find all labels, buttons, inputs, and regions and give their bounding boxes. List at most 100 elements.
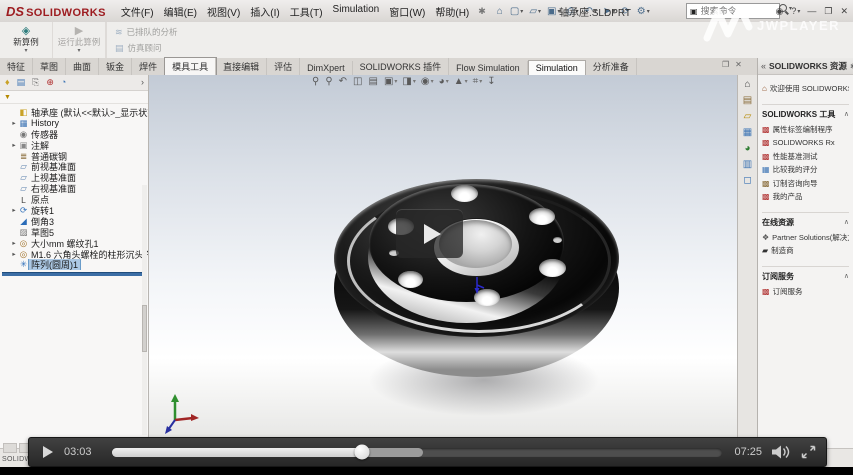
command-tab[interactable]: 草图 xyxy=(33,58,66,75)
partner-solutions-link[interactable]: ❖Partner Solutions(解决方案) xyxy=(762,231,849,245)
command-tab[interactable]: 焊件 xyxy=(132,58,165,75)
close-window-icon[interactable]: ✕ xyxy=(735,60,742,69)
command-tab[interactable]: 分析准备 xyxy=(586,58,637,75)
tree-annotations[interactable]: ▸ ▣ 注解 xyxy=(2,140,148,151)
tree-origin[interactable]: L 原点 xyxy=(2,194,148,205)
collapse-caret-icon[interactable]: ∧ xyxy=(844,272,849,280)
command-tab[interactable]: 钣金 xyxy=(99,58,132,75)
my-products-link[interactable]: ▩我的产品 xyxy=(762,190,849,204)
menu-item[interactable]: Simulation xyxy=(328,4,385,19)
dimxpertmanager-tab[interactable]: ⊕ xyxy=(46,78,54,87)
tree-root-part[interactable]: ◧ 轴承座 (默认<<默认>_显示状态 1>) xyxy=(2,107,148,118)
solidworks-rx-link[interactable]: ▩SOLIDWORKS Rx xyxy=(762,136,849,150)
collapse-icon[interactable]: « xyxy=(761,61,766,71)
subscription-link[interactable]: ▩订阅服务 xyxy=(762,285,849,299)
menu-item[interactable]: 窗口(W) xyxy=(384,4,430,19)
command-tab[interactable]: 模具工具 xyxy=(165,58,216,75)
tree-scrollbar[interactable] xyxy=(142,185,147,435)
search-input[interactable] xyxy=(701,6,761,16)
tree-threaded-hole1[interactable]: ▸ ◎ 大小mm 螺纹孔1 xyxy=(2,238,148,249)
view-settings-icon[interactable]: ⌗▾ xyxy=(473,76,483,87)
help-icon[interactable]: ?▾ xyxy=(791,6,800,16)
propertymanager-tab[interactable]: ▤ xyxy=(17,78,26,87)
forum-icon[interactable]: ◻ xyxy=(743,176,751,186)
minimize-icon[interactable]: — xyxy=(807,6,817,16)
menu-item[interactable]: 工具(T) xyxy=(285,4,328,19)
run-study-button[interactable]: ▶ 运行此算例 ▾ xyxy=(53,22,106,58)
tree-revolve1[interactable]: ▸ ⟳ 旋转1 xyxy=(2,205,148,216)
tree-right-plane[interactable]: ▱ 右视基准面 xyxy=(2,183,148,194)
compare-score-link[interactable]: ▦比较我的评分 xyxy=(762,163,849,177)
command-tab[interactable]: Simulation xyxy=(528,60,586,75)
expand-arrow-icon[interactable]: ▸ xyxy=(10,239,18,247)
command-tab[interactable]: 特征 xyxy=(0,58,33,75)
progress-bar[interactable] xyxy=(112,448,722,457)
zoom-fit-icon[interactable]: ⚲ xyxy=(312,76,320,87)
featuremanager-tree-tab[interactable]: ♦ xyxy=(5,78,10,87)
player-knob[interactable] xyxy=(355,445,370,460)
tree-circular-pattern1[interactable]: ✳ 阵列(圆周)1 xyxy=(2,259,148,270)
view-orientation-icon[interactable]: ▣▾ xyxy=(384,76,397,87)
tree-sensors[interactable]: ◉ 传感器 xyxy=(2,129,148,140)
welcome-link[interactable]: ⌂ 欢迎使用 SOLIDWORKS xyxy=(762,82,849,96)
appearances-icon[interactable]: ◕ xyxy=(744,144,750,154)
menu-item[interactable]: 文件(F) xyxy=(116,4,159,19)
command-tab[interactable]: 曲面 xyxy=(66,58,99,75)
tree-scrollbar-thumb[interactable] xyxy=(142,305,147,352)
user-icon[interactable]: ◉ xyxy=(775,6,784,17)
hide-show-items-icon[interactable]: ◉▾ xyxy=(421,76,434,87)
new-study-button[interactable]: ◈ 新算例 ▾ xyxy=(0,22,53,58)
resources-home-icon[interactable]: ⌂ xyxy=(744,80,750,90)
volume-icon[interactable] xyxy=(772,445,791,459)
expand-arrow-icon[interactable]: ▸ xyxy=(10,141,18,149)
tree-filter[interactable]: ▼ xyxy=(0,91,148,104)
tree-front-plane[interactable]: ▱ 前视基准面 xyxy=(2,161,148,172)
property-tab-builder-link[interactable]: ▩属性标签编制程序 xyxy=(762,123,849,137)
custom-properties-icon[interactable]: ▥ xyxy=(743,160,752,170)
display-style-icon[interactable]: ◨▾ xyxy=(402,76,415,87)
close-icon[interactable]: ✕ xyxy=(840,6,849,17)
zoom-area-icon[interactable]: ⚲ xyxy=(325,76,333,87)
menu-item[interactable]: 编辑(E) xyxy=(159,4,202,19)
file-explorer-icon[interactable]: ▱ xyxy=(744,112,752,122)
tree-chamfer3[interactable]: ◢ 倒角3 xyxy=(2,216,148,227)
menu-item[interactable]: 视图(V) xyxy=(202,4,245,19)
previous-view-icon[interactable]: ↶ xyxy=(339,76,348,87)
queued-analyses-button[interactable]: ≋ 已排队的分析 xyxy=(115,26,178,38)
edit-appearance-icon[interactable]: ◕▾ xyxy=(439,76,449,87)
command-tab[interactable]: 评估 xyxy=(267,58,300,75)
tree-material[interactable]: ≣ 普通碳钢 xyxy=(2,151,148,162)
tree-counterbore1[interactable]: ▸ ◎ M1.6 六角头螺栓的柱形沉头孔1 xyxy=(2,249,148,260)
design-library-icon[interactable]: ▤ xyxy=(743,96,752,106)
restore-window-icon[interactable]: ❐ xyxy=(722,60,729,69)
command-tab[interactable]: DimXpert xyxy=(300,61,353,75)
rollback-bar[interactable] xyxy=(2,272,143,276)
search-box[interactable]: ▣ xyxy=(686,3,780,19)
play-button[interactable] xyxy=(43,446,53,458)
tree-history[interactable]: ▸ ▦ History xyxy=(2,118,148,129)
command-tab[interactable]: Flow Simulation xyxy=(449,61,528,75)
command-tab[interactable]: SOLIDWORKS 插件 xyxy=(353,58,450,75)
restore-icon[interactable]: ❐ xyxy=(824,6,833,17)
customization-advisor-link[interactable]: ▩订制咨询向导 xyxy=(762,177,849,191)
graphics-viewport[interactable]: ⚲ ⚲ ↶ ◫ ▤ ▣▾ ◨▾ ◉▾ ◕▾ ▲▾ ⌗▾ ↧ xyxy=(149,75,737,448)
simulation-advisor-button[interactable]: ▤ 仿真顾问 xyxy=(115,42,178,54)
section-view-icon[interactable]: ◫ xyxy=(353,76,363,87)
command-tab[interactable]: 直接编辑 xyxy=(216,58,267,75)
menu-item[interactable]: 插入(I) xyxy=(245,4,284,19)
performance-benchmark-link[interactable]: ▩性能基准测试 xyxy=(762,150,849,164)
collapse-caret-icon[interactable]: ∧ xyxy=(844,218,849,226)
fullscreen-icon[interactable] xyxy=(801,445,816,459)
expand-arrow-icon[interactable]: ▸ xyxy=(10,206,18,214)
dynamic-annotation-icon[interactable]: ▤ xyxy=(369,76,379,87)
tree-top-plane[interactable]: ▱ 上视基准面 xyxy=(2,172,148,183)
apply-scene-icon[interactable]: ▲▾ xyxy=(454,76,468,87)
home-icon[interactable]: ⌂ xyxy=(494,6,507,17)
configurationmanager-tab[interactable]: ⎘ xyxy=(32,78,39,87)
expand-arrow-icon[interactable]: ▸ xyxy=(10,250,18,258)
view-palette-icon[interactable]: ▦ xyxy=(743,128,752,138)
pin-icon[interactable]: ✱ xyxy=(478,6,486,17)
panel-tab-overflow[interactable]: › xyxy=(141,77,144,87)
expand-arrow-icon[interactable]: ▸ xyxy=(10,119,18,127)
pan-icon[interactable]: ↧ xyxy=(487,76,496,87)
